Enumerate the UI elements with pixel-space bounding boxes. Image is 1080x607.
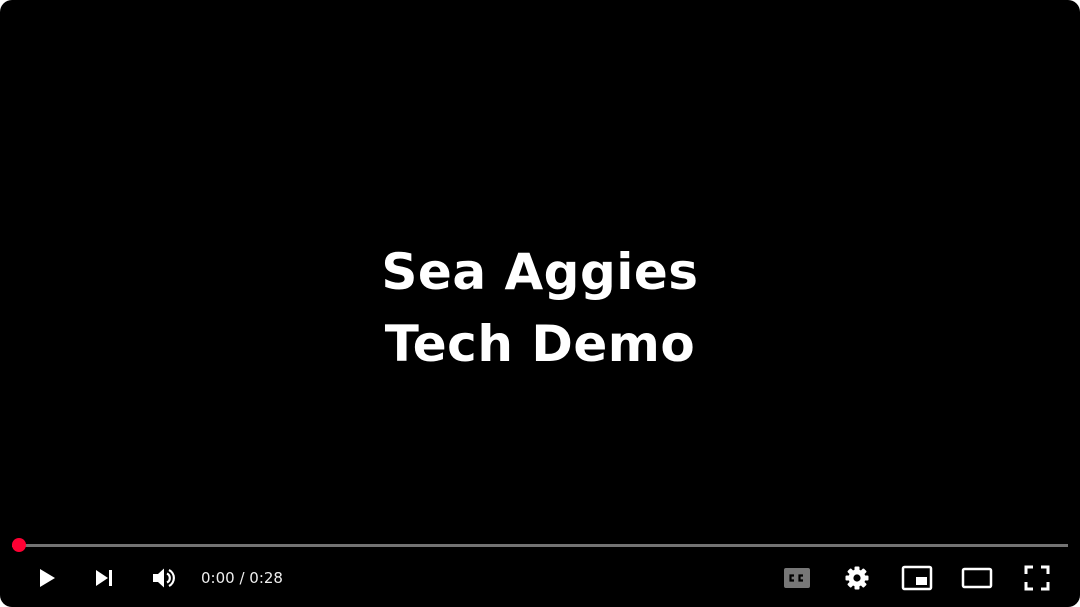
subtitles-button[interactable]: [775, 556, 819, 600]
next-icon: [96, 570, 112, 586]
settings-button[interactable]: [835, 556, 879, 600]
volume-button[interactable]: [141, 556, 185, 600]
current-time: 0:00: [201, 569, 235, 587]
settings-icon: [845, 566, 869, 590]
control-bar: 0:00 / 0:28: [0, 556, 1080, 600]
duration: 0:28: [249, 569, 283, 587]
fullscreen-icon: [1024, 565, 1050, 591]
time-separator: /: [234, 569, 250, 587]
theater-mode-icon: [961, 567, 993, 589]
progress-track: [12, 544, 1068, 547]
title-line-1: Sea Aggies: [381, 243, 699, 301]
video-title-card: Sea Aggies Tech Demo: [0, 236, 1080, 380]
play-button[interactable]: [24, 556, 68, 600]
time-display: 0:00 / 0:28: [201, 556, 283, 600]
video-player[interactable]: Sea Aggies Tech Demo 0:00 / 0:28: [0, 0, 1080, 607]
volume-icon: [153, 568, 175, 588]
miniplayer-icon: [901, 565, 933, 591]
title-line-2: Tech Demo: [384, 315, 696, 373]
progress-scrubber[interactable]: [12, 538, 26, 552]
progress-bar[interactable]: [12, 538, 1068, 554]
next-button[interactable]: [83, 556, 127, 600]
subtitles-icon: [784, 568, 810, 588]
play-icon: [40, 569, 55, 587]
theater-mode-button[interactable]: [955, 556, 999, 600]
video-frame[interactable]: Sea Aggies Tech Demo: [0, 0, 1080, 607]
miniplayer-button[interactable]: [895, 556, 939, 600]
fullscreen-button[interactable]: [1015, 556, 1059, 600]
